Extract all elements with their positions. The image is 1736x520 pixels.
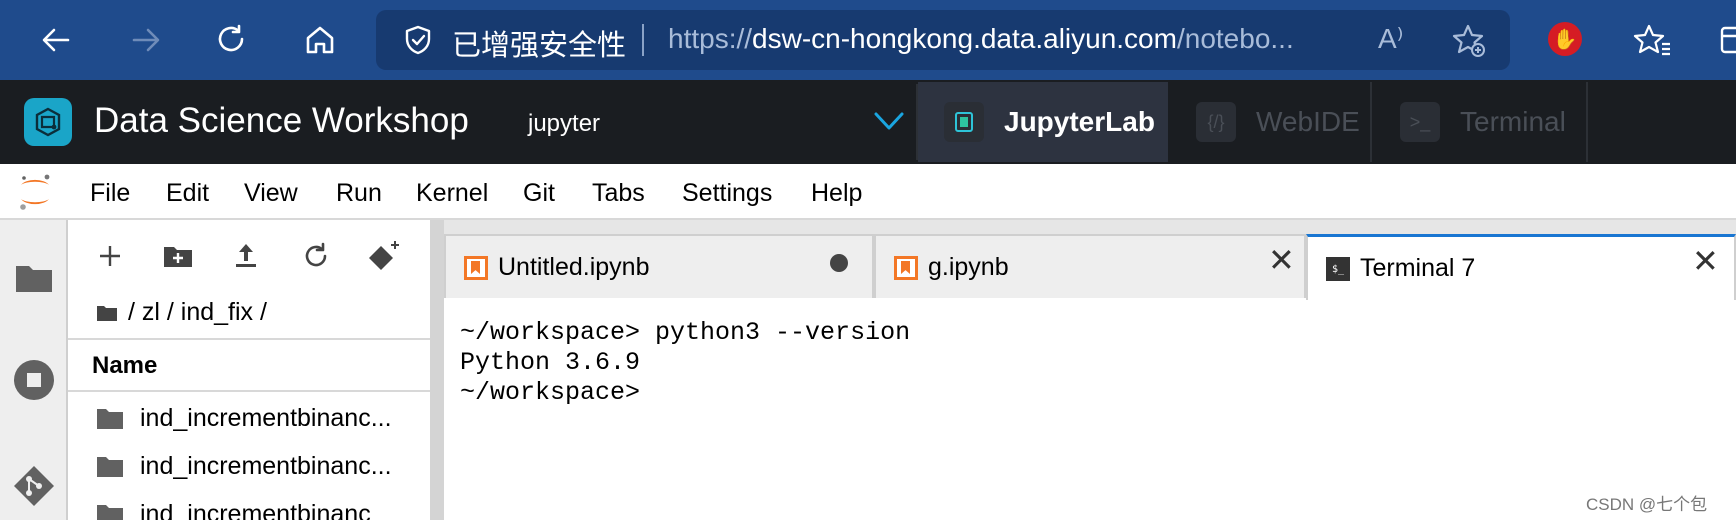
refresh-button[interactable] xyxy=(208,16,256,64)
menu-git[interactable]: Git xyxy=(523,179,555,208)
tab-title: Untitled.ipynb xyxy=(498,253,650,281)
terminal-icon: $_ xyxy=(1326,257,1350,281)
dsw-logo-icon xyxy=(24,98,72,146)
tab-terminal-7[interactable]: $_ Terminal 7 ✕ xyxy=(1306,234,1736,300)
new-folder-icon[interactable] xyxy=(160,238,196,274)
breadcrumb-path[interactable]: / zl / ind_fix / xyxy=(128,298,267,327)
url-path: /notebo... xyxy=(1176,23,1294,54)
notebook-icon xyxy=(464,256,488,280)
browser-toolbar: 已增强安全性 https://dsw-cn-hongkong.data.aliy… xyxy=(0,0,1736,80)
adblock-extension-icon[interactable]: ✋ xyxy=(1548,22,1582,56)
upload-icon[interactable] xyxy=(228,238,264,274)
left-sidebar xyxy=(0,220,68,520)
jupyter-logo-icon xyxy=(20,174,50,210)
tab-label: WebIDE xyxy=(1256,106,1360,137)
shield-check-icon xyxy=(405,25,431,55)
terminal-line: Python 3.6.9 xyxy=(460,348,641,377)
menu-edit[interactable]: Edit xyxy=(166,179,209,208)
refresh-icon[interactable] xyxy=(298,238,334,274)
dsw-header: Data Science Workshop jupyter JupyterLab… xyxy=(0,80,1736,164)
list-item[interactable]: ind_incrementbinanc... xyxy=(68,394,430,442)
terminal-prompt-icon: >_ xyxy=(1400,102,1440,142)
tab-webide[interactable]: {/} WebIDE xyxy=(1170,82,1372,162)
app-title: Data Science Workshop xyxy=(94,101,469,140)
file-list-header[interactable]: Name xyxy=(68,338,430,392)
list-item[interactable]: ind_incrementbinanc... xyxy=(68,442,430,490)
url-protocol: https:// xyxy=(668,23,753,54)
breadcrumb: / zl / ind_fix / xyxy=(96,298,267,327)
security-label[interactable]: 已增强安全性 xyxy=(452,22,626,64)
list-item[interactable]: ind_incrementbinanc xyxy=(68,490,430,520)
notebook-icon xyxy=(894,256,918,280)
terminal-output[interactable]: ~/workspace> python3 --version Python 3.… xyxy=(444,300,1736,520)
read-aloud-icon[interactable]: A⁾ xyxy=(1378,22,1404,55)
address-bar[interactable]: 已增强安全性 https://dsw-cn-hongkong.data.aliy… xyxy=(376,10,1510,70)
folder-icon[interactable] xyxy=(96,304,118,322)
git-icon[interactable] xyxy=(12,464,56,508)
file-browser: / zl / ind_fix / Name ind_incrementbinan… xyxy=(68,220,430,520)
environment-value: jupyter xyxy=(528,110,601,137)
file-name: ind_incrementbinanc... xyxy=(140,404,392,432)
menu-view[interactable]: View xyxy=(244,179,298,208)
menu-tabs[interactable]: Tabs xyxy=(592,179,645,208)
running-sessions-icon[interactable] xyxy=(12,358,56,402)
jupyter-menubar: File Edit View Run Kernel Git Tabs Setti… xyxy=(0,164,1736,220)
tab-terminal[interactable]: >_ Terminal xyxy=(1374,82,1588,162)
url-divider xyxy=(642,24,644,56)
menu-help[interactable]: Help xyxy=(811,179,862,208)
panel-splitter[interactable] xyxy=(430,220,444,520)
url-text[interactable]: https://dsw-cn-hongkong.data.aliyun.com/… xyxy=(668,23,1338,55)
tab-title: g.ipynb xyxy=(928,253,1009,281)
jupyterlab-icon xyxy=(944,102,984,142)
collections-icon[interactable] xyxy=(1718,20,1736,60)
back-button[interactable] xyxy=(32,16,80,64)
column-name[interactable]: Name xyxy=(92,352,157,380)
menu-settings[interactable]: Settings xyxy=(682,179,772,208)
tab-untitled-ipynb[interactable]: Untitled.ipynb xyxy=(444,234,874,298)
terminal-line: ~/workspace> xyxy=(460,378,641,407)
tab-label: Terminal xyxy=(1460,106,1566,137)
terminal-line: ~/workspace> python3 --version xyxy=(460,318,911,347)
environment-select[interactable]: jupyter xyxy=(502,84,918,160)
home-button[interactable] xyxy=(296,16,344,64)
refresh-icon xyxy=(218,24,244,52)
favorites-icon[interactable] xyxy=(1632,20,1672,60)
folder-icon xyxy=(97,505,123,520)
chevron-down-icon xyxy=(874,112,904,130)
folder-icon[interactable] xyxy=(12,256,56,300)
folder-icon xyxy=(97,409,123,429)
tab-g-ipynb[interactable]: g.ipynb ✕ xyxy=(874,234,1306,298)
forward-button[interactable] xyxy=(122,16,170,64)
menu-file[interactable]: File xyxy=(90,179,130,208)
file-name: ind_incrementbinanc... xyxy=(140,452,392,480)
menu-run[interactable]: Run xyxy=(336,179,382,208)
folder-icon xyxy=(97,457,123,477)
menu-kernel[interactable]: Kernel xyxy=(416,179,488,208)
tab-jupyterlab[interactable]: JupyterLab xyxy=(918,82,1168,162)
tab-title: Terminal 7 xyxy=(1360,254,1476,282)
arrow-right-icon xyxy=(132,28,160,52)
close-icon[interactable]: ✕ xyxy=(1692,245,1719,277)
url-host: dsw-cn-hongkong.data.aliyun.com xyxy=(752,23,1177,54)
document-tabbar: Untitled.ipynb g.ipynb ✕ $_ Terminal 7 ✕ xyxy=(444,220,1736,300)
close-icon[interactable]: ✕ xyxy=(1268,244,1295,276)
code-icon: {/} xyxy=(1196,102,1236,142)
arrow-left-icon xyxy=(42,28,70,52)
main-area: Untitled.ipynb g.ipynb ✕ $_ Terminal 7 ✕… xyxy=(444,220,1736,520)
unsaved-dot-icon[interactable] xyxy=(830,254,848,272)
add-favorite-icon[interactable] xyxy=(1450,22,1486,58)
home-icon xyxy=(306,26,334,54)
tab-label: JupyterLab xyxy=(1004,106,1155,137)
plus-icon[interactable] xyxy=(92,238,128,274)
watermark: CSDN @七个包 xyxy=(1586,495,1708,514)
file-name: ind_incrementbinanc xyxy=(140,500,371,520)
git-clone-icon[interactable] xyxy=(366,238,402,274)
